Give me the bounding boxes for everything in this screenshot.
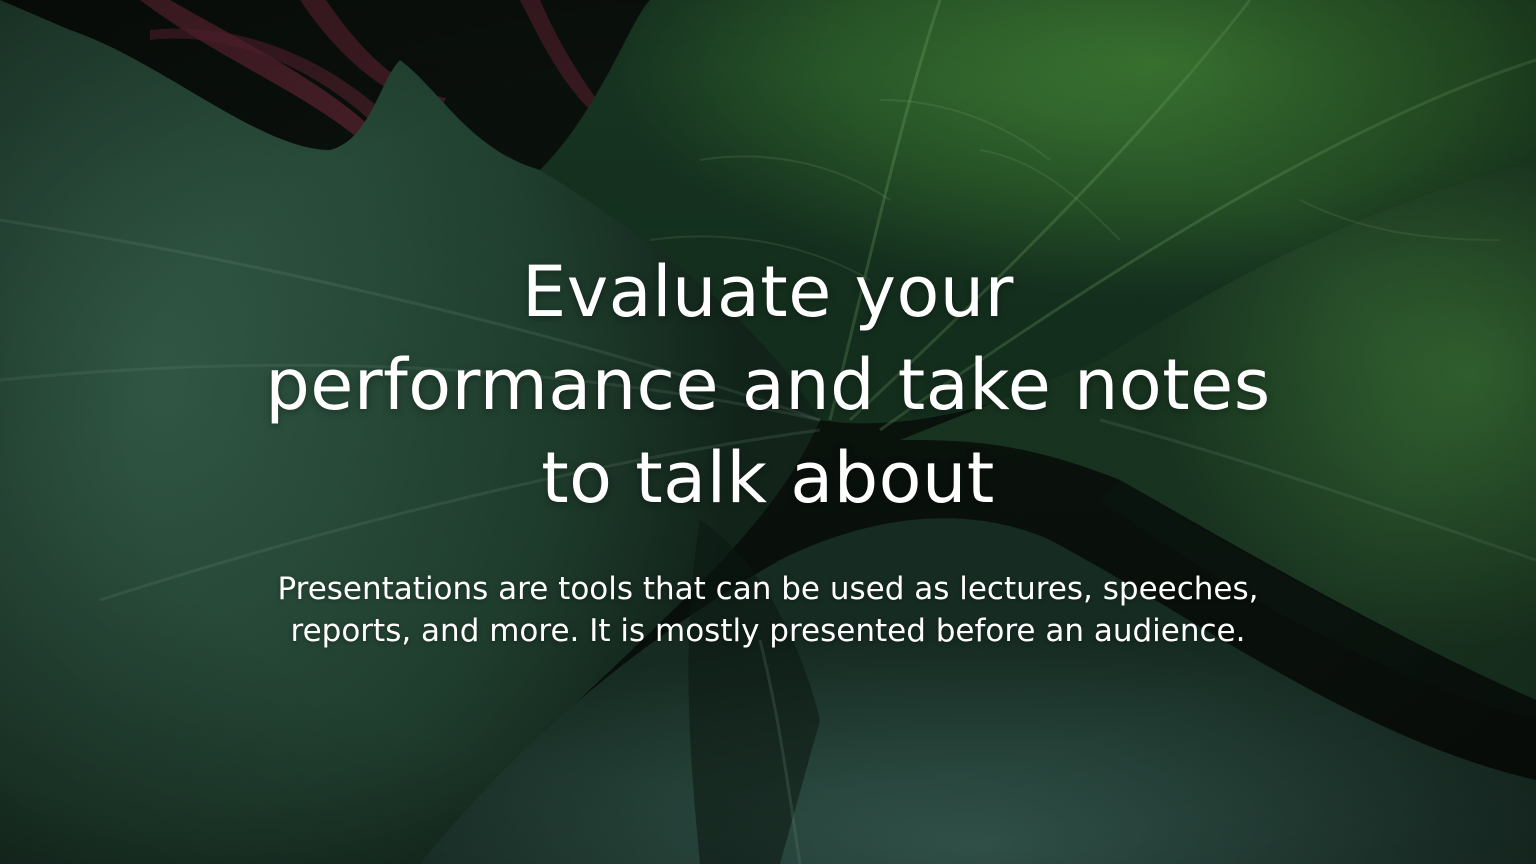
slide-body-text: Presentations are tools that can be used… [277,571,1259,649]
slide: Evaluate your performance and take notes… [0,0,1536,864]
slide-title: Evaluate your performance and take notes… [265,251,1271,519]
